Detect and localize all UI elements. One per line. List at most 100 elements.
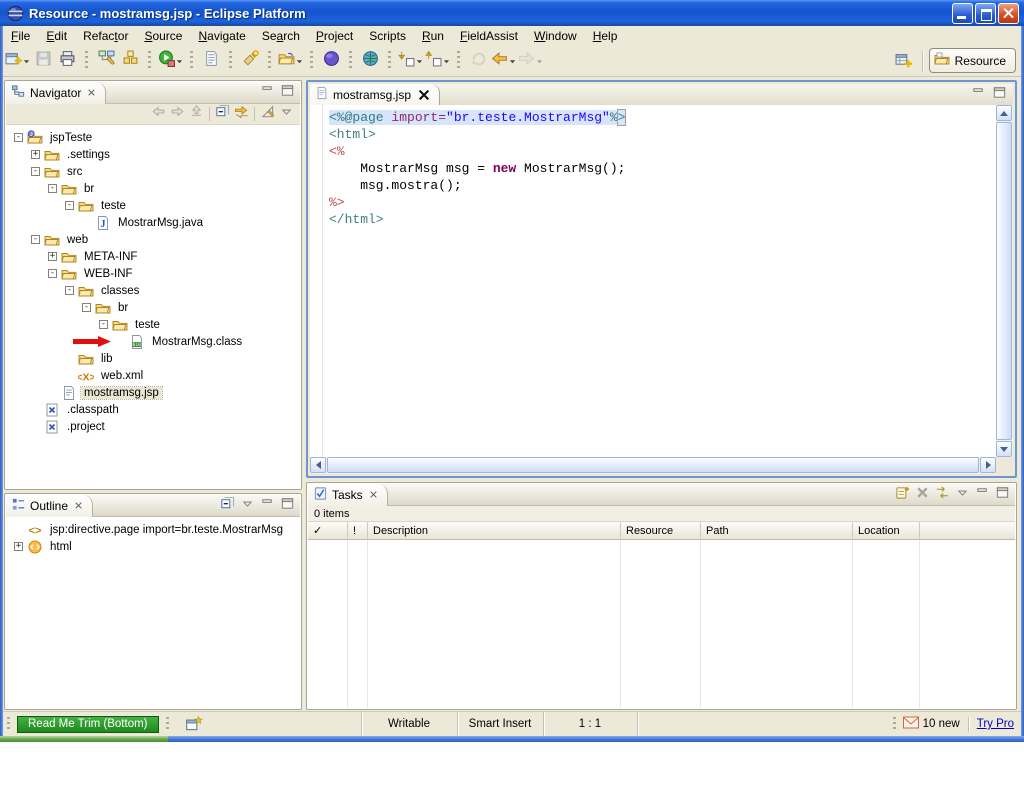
scroll-right-button[interactable]: [980, 457, 996, 473]
navigator-back-button[interactable]: [149, 105, 168, 123]
mail-notification[interactable]: 10 new: [903, 716, 960, 732]
navigator-link-editor-button[interactable]: [232, 105, 251, 123]
scroll-down-button[interactable]: [996, 441, 1012, 457]
tree-expander[interactable]: -: [65, 286, 74, 295]
sphere-button[interactable]: [320, 49, 342, 73]
navigator-item-src[interactable]: -src: [6, 163, 300, 180]
scroll-up-button[interactable]: [996, 105, 1012, 121]
trim-grip[interactable]: [893, 717, 896, 732]
menu-item-run[interactable]: Run: [414, 27, 452, 45]
scroll-left-button[interactable]: [310, 457, 326, 473]
navigator-item-br[interactable]: -br: [6, 180, 300, 197]
scroll-thumb[interactable]: [996, 122, 1012, 440]
tree-expander[interactable]: -: [14, 133, 23, 142]
tree-expander[interactable]: -: [82, 303, 91, 312]
package-button[interactable]: [119, 49, 141, 73]
close-icon[interactable]: [417, 88, 431, 102]
tree-expander[interactable]: +: [48, 252, 57, 261]
editor-vertical-scrollbar[interactable]: [996, 105, 1013, 457]
outline-collapse-all-button[interactable]: [218, 497, 237, 515]
column-header-priority[interactable]: !: [348, 522, 368, 540]
close-button[interactable]: [998, 3, 1019, 24]
tab-navigator[interactable]: Navigator: [6, 82, 106, 104]
outline-maximize-button[interactable]: [278, 497, 297, 515]
menu-item-project[interactable]: Project: [308, 27, 361, 45]
open-perspective-button[interactable]: [892, 49, 916, 73]
navigator-filter-button[interactable]: [258, 105, 277, 123]
outline-menu-arrow-button[interactable]: [238, 497, 257, 515]
close-icon[interactable]: [87, 88, 96, 97]
editor-horizontal-scrollbar[interactable]: [310, 457, 996, 474]
minimize-button[interactable]: [952, 3, 973, 24]
tree-expander[interactable]: -: [48, 184, 57, 193]
trim-grip[interactable]: [7, 717, 10, 732]
document-button[interactable]: [200, 49, 222, 73]
tab-outline[interactable]: Outline: [6, 495, 93, 517]
close-icon[interactable]: [74, 501, 83, 510]
new-wizard-button[interactable]: [5, 49, 30, 73]
column-header-completed[interactable]: ✓: [308, 522, 348, 540]
menu-item-file[interactable]: File: [3, 27, 38, 45]
tasks-minimize-button[interactable]: [973, 486, 992, 504]
navigator-item-br[interactable]: -br: [6, 299, 300, 316]
menu-item-refactor[interactable]: Refactor: [75, 27, 136, 45]
menu-item-source[interactable]: Source: [136, 27, 190, 45]
close-icon[interactable]: [369, 490, 378, 499]
globe-button[interactable]: [359, 49, 381, 73]
tasks-filter-arrows-button[interactable]: [933, 486, 952, 504]
tree-expander[interactable]: +: [14, 542, 23, 551]
navigator-item-project[interactable]: .project: [6, 418, 300, 435]
trim-grip[interactable]: [166, 717, 169, 732]
column-header-resource[interactable]: Resource: [621, 522, 701, 540]
tree-expander[interactable]: +: [31, 150, 40, 159]
editor-minimize-button[interactable]: [969, 86, 988, 104]
dropdown-arrow-icon[interactable]: [443, 58, 450, 65]
navigator-minimize-button[interactable]: [258, 84, 277, 102]
title-bar[interactable]: Resource - mostramsg.jsp - Eclipse Platf…: [0, 0, 1024, 26]
column-header-spacer[interactable]: [920, 522, 1015, 540]
readme-trim-button[interactable]: Read Me Trim (Bottom): [17, 716, 159, 733]
dropdown-arrow-icon[interactable]: [296, 58, 303, 65]
nav-back-button[interactable]: [491, 49, 516, 73]
tasks-add-task-button[interactable]: [893, 486, 912, 504]
navigator-maximize-button[interactable]: [278, 84, 297, 102]
dropdown-arrow-icon[interactable]: [176, 58, 183, 65]
navigator-menu-arrow-button[interactable]: [277, 105, 296, 123]
column-header-description[interactable]: Description: [368, 522, 621, 540]
navigator-forward-button[interactable]: [168, 105, 187, 123]
navigator-item-classes[interactable]: -classes: [6, 282, 300, 299]
tree-expander[interactable]: -: [31, 235, 40, 244]
import-button[interactable]: [398, 49, 423, 73]
column-header-path[interactable]: Path: [701, 522, 853, 540]
tree-expander[interactable]: -: [48, 269, 57, 278]
dropdown-arrow-icon[interactable]: [23, 58, 30, 65]
tasks-maximize-button[interactable]: [993, 486, 1012, 504]
dropdown-arrow-icon[interactable]: [416, 58, 423, 65]
tasks-table-body[interactable]: [308, 540, 1015, 708]
tree-expander[interactable]: -: [65, 201, 74, 210]
navigator-item-mostramsg-jsp[interactable]: mostramsg.jsp: [6, 384, 300, 401]
restore-button[interactable]: [975, 3, 996, 24]
fast-view-icon[interactable]: [185, 715, 203, 733]
outline-tree[interactable]: <>jsp:directive.page import=br.teste.Mos…: [6, 517, 300, 708]
print-button[interactable]: [56, 49, 78, 73]
navigator-item-mostrarmsg-class[interactable]: 010MostrarMsg.class: [6, 333, 300, 350]
menu-item-search[interactable]: Search: [254, 27, 308, 45]
navigator-item-meta-inf[interactable]: +META-INF: [6, 248, 300, 265]
try-pro-link[interactable]: Try Pro: [977, 718, 1014, 730]
open-folder-button[interactable]: [278, 49, 303, 73]
menu-item-fieldassist[interactable]: FieldAssist: [452, 27, 526, 45]
dropdown-arrow-icon[interactable]: [509, 58, 516, 65]
menu-item-help[interactable]: Help: [585, 27, 626, 45]
navigator-item-teste[interactable]: -teste: [6, 316, 300, 333]
scroll-thumb[interactable]: [327, 457, 979, 473]
outline-item-html[interactable]: +html: [6, 538, 300, 555]
navigator-item-web-inf[interactable]: -WEB-INF: [6, 265, 300, 282]
navigator-item-teste[interactable]: -teste: [6, 197, 300, 214]
tree-expander[interactable]: -: [99, 320, 108, 329]
navigator-up-button[interactable]: [187, 105, 206, 123]
menu-item-scripts[interactable]: Scripts: [361, 27, 414, 45]
outline-minimize-button[interactable]: [258, 497, 277, 515]
menu-item-edit[interactable]: Edit: [38, 27, 75, 45]
dropdown-arrow-icon[interactable]: [536, 58, 543, 65]
